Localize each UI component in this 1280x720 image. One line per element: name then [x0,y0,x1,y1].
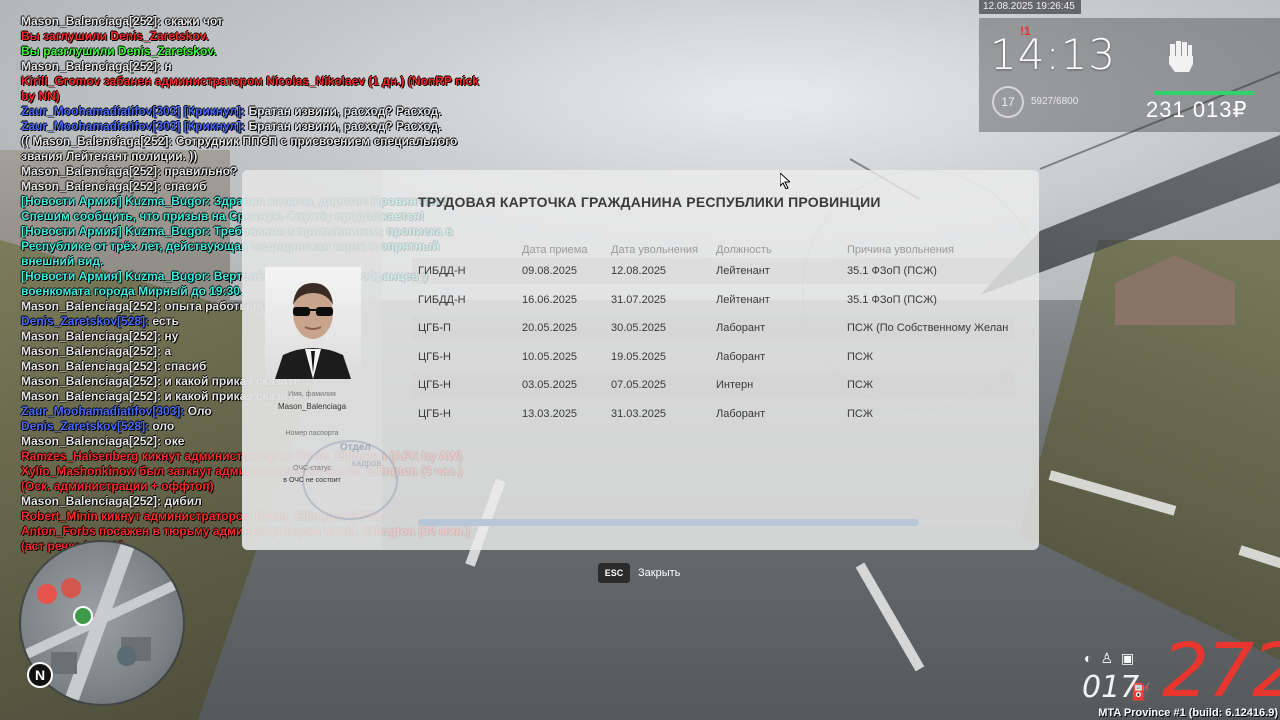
table-cell-position: Лейтенант [716,293,770,306]
hud-clock: 14:13 [990,30,1117,79]
table-cell-position: Лаборант [716,407,766,420]
name-label: Имя, фамилия [288,391,336,398]
cursor-icon [780,173,790,189]
scrollbar-thumb[interactable] [418,519,919,526]
table-cell-end: 12.08.2025 [611,265,667,277]
table-cell-reason: ПСЖ [847,379,874,391]
table-cell-reason: ПСЖ [847,407,874,420]
column-header: Дата увольнения [611,244,699,256]
seatbelt-icon: ♙ [1100,650,1122,666]
table-cell-reason: ПСЖ [847,350,874,363]
hud-datetime: 12.08.2025 19:26:45 [979,0,1081,14]
table-cell-end: 30.05.2025 [611,322,667,334]
chat-sender: Zaur_Moohamadiatifov[303] [Крикнул]: [21,119,246,133]
hospital-icon [61,578,81,598]
chat-text: Братан извини, расход? Расход. [245,119,442,133]
home-icon [73,606,93,626]
table-cell-start: 13.03.2025 [522,407,578,420]
fuel-icon: ⛽ [1131,684,1151,701]
table-cell-position: Лаборант [716,322,766,334]
table-row: ГИБДД-Н 16.06.2025 31.07.2025 Лейтенант 35.1… [412,287,1015,313]
table-row: ЦГБ-Н 10.05.2025 19.05.2025 Лаборант ПСЖ [412,344,1015,370]
och-label: ОЧС-статус [293,465,331,472]
north-indicator: N [27,662,53,688]
chat-sender: Denis_Zaretskov[528]: [21,314,150,328]
chat-message: Вы разглушили Denis_Zaretskov. [21,44,217,58]
table-row: ЦГБ-П 20.05.2025 30.05.2025 Лаборант ПСЖ (По… [412,315,1015,341]
chat-text: оло [149,419,175,433]
chat-message: Вы заглушили Denis_Zaretskov. [21,29,209,43]
chat-text: есть [149,314,179,328]
table-cell-reason: 35.1 ФЗоП (ПСЖ) [847,293,937,306]
name-value: Mason_Balenciaga [277,402,347,411]
stamp-text: Отдел [340,442,371,453]
och-value: в ОЧС не состоит [283,477,341,484]
level-indicator: 17 [992,86,1024,118]
experience-counter: 5927/6800 [1031,96,1079,107]
chat-sender: Denis_Zaretskov[528]: [21,419,150,433]
fist-icon [1169,41,1193,72]
health-bar [1154,91,1254,95]
dialog-title: ТРУДОВАЯ КАРТОЧКА ГРАЖДАНИНА РЕСПУБЛИКИ … [418,194,881,210]
speedometer: 272 [1162,628,1280,714]
chat-sender: Zaur_Moohamadiatifov[303]: [21,404,185,418]
column-header: Причина увольнения [847,244,954,256]
close-button[interactable]: Закрыть [638,567,680,579]
chat-message: Mason_Balenciaga[252]: скажи чот [21,14,223,28]
table-cell-start: 16.06.2025 [522,293,578,306]
table-cell-reason: ПСЖ (По Собственному Желан [847,322,1009,334]
table-cell-org: ЦГБ-П [418,322,451,334]
headlight-icon: ◐ [1084,650,1101,666]
table-cell-end: 19.05.2025 [611,350,667,363]
table-cell-end: 31.07.2025 [611,293,667,306]
table-cell-start: 03.05.2025 [522,379,578,391]
column-header: Должность [716,244,772,256]
esc-key[interactable]: ESC [598,563,630,583]
table-cell-org: ГИБДД-Н [418,265,466,277]
chat-sender: Zaur_Moohamadiatifov[303] [Крикнул]: [21,104,246,118]
table-cell-position: Лаборант [716,350,766,363]
work-card-dialog: Имя, фамилия Mason_Balenciaga Номер пасп… [242,170,1039,550]
table-cell-org: ЦГБ-Н [418,350,451,363]
hospital-icon [37,584,57,604]
chat-text: Оло [184,404,212,418]
chat-message: Zaur_Moohamadiatifov[303] [Крикнул]: Бра… [21,104,491,119]
vehicle-status-icons: ◐♙▣ [1084,650,1142,667]
avatar [265,267,361,379]
bank-icon [117,646,137,666]
table-cell-start: 10.05.2025 [522,350,578,363]
table-cell-start: 20.05.2025 [522,322,578,334]
engine-icon: ▣ [1121,650,1143,666]
chat-message: Kirill_Gromov забанен администратором Ni… [21,74,483,103]
column-header: Дата приема [522,244,588,256]
passport-label: Номер паспорта [285,430,339,437]
table-cell-org: ЦГБ-Н [418,379,451,391]
chat-message: Mason_Balenciaga[252]: н [21,59,172,73]
chat-text: Братан извини, расход? Расход. [245,104,442,118]
money-display: 231 013₽ [1146,97,1248,122]
table-row: ГИБДД-Н 09.08.2025 12.08.2025 Лейтенант 35.1… [412,258,1015,284]
chat-message: (( Mason_Balenciaga[252]: Сотрудник ППСП… [21,134,461,163]
table-cell-reason: 35.1 ФЗоП (ПСЖ) [847,265,937,277]
table-cell-position: Интерн [716,379,754,391]
table-cell-end: 31.03.2025 [611,407,667,420]
chat-message: Zaur_Moohamadiatifov[303] [Крикнул]: Бра… [21,119,491,134]
table-cell-org: ЦГБ-Н [418,407,451,420]
build-version: MTA Province #1 (build: 6.12416.9) [1098,707,1278,719]
table-cell-end: 07.05.2025 [611,379,667,391]
table-cell-position: Лейтенант [716,265,770,277]
table-cell-start: 09.08.2025 [522,265,578,277]
table-row: ЦГБ-Н 13.03.2025 31.03.2025 Лаборант ПСЖ [412,401,1015,427]
table-row: ЦГБ-Н 03.05.2025 07.05.2025 Интерн ПСЖ [412,372,1015,398]
map-building [51,652,77,674]
table-cell-org: ГИБДД-Н [418,293,466,306]
